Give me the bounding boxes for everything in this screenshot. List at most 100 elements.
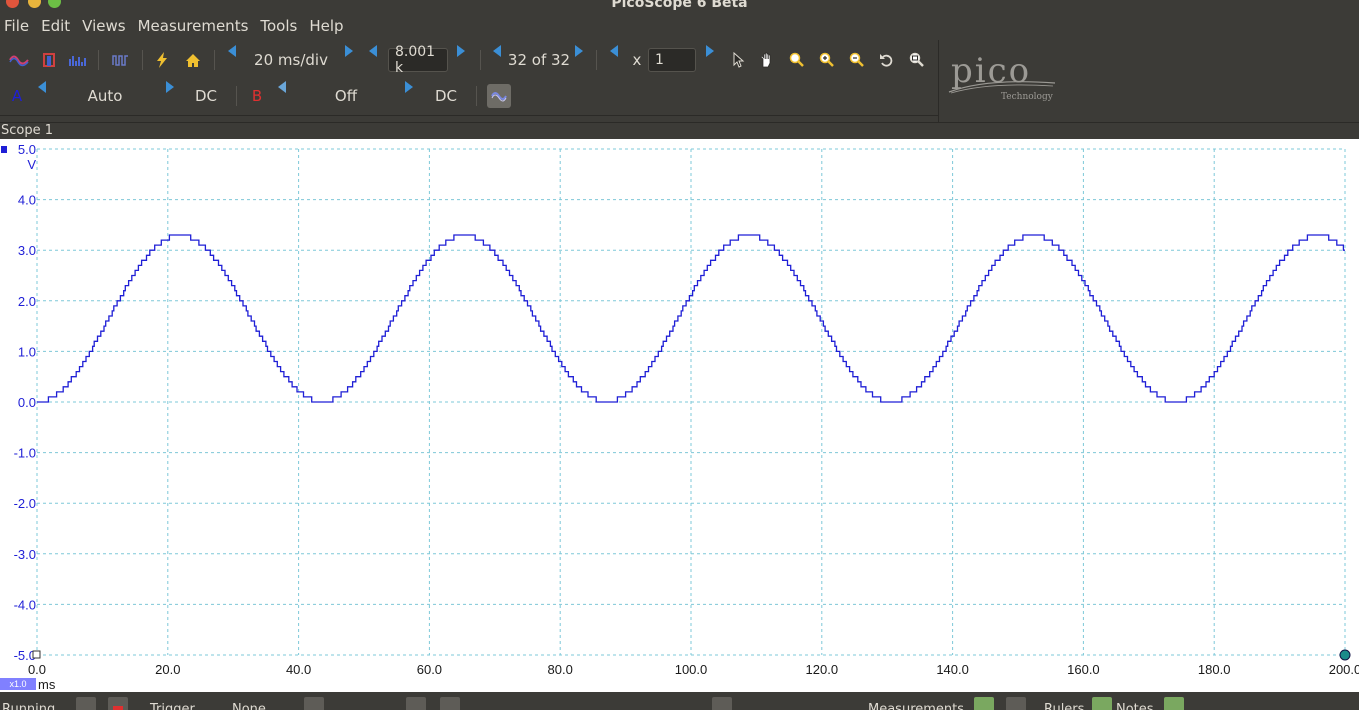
y-tick-label: -4.0 [14,597,36,612]
y-tick-label: 0.0 [18,395,36,410]
zoom-prefix: x [632,51,642,69]
buffer-previous-arrow[interactable] [491,44,503,58]
channel-b-range[interactable]: Off [300,80,392,112]
trigger-edge-rising-button[interactable] [406,697,426,710]
notes-button[interactable] [1164,697,1184,710]
x-tick-label: 100.0 [675,662,708,677]
buffer-next-arrow[interactable] [573,44,585,58]
x-unit-label: ms [38,677,56,692]
channel-a-axis-marker [1,146,7,153]
status-bar: Running Trigger None Measurements Rulers… [0,692,1359,710]
channel-b-range-increase-arrow[interactable] [403,80,415,94]
zoom-region-icon[interactable] [786,44,808,76]
x-tick-label: 80.0 [548,662,573,677]
timebase-decrease-arrow[interactable] [226,44,238,58]
x-zoom-badge-label: x1.0 [9,679,26,689]
zoom-overview-icon[interactable] [906,44,928,76]
y-tick-label: -3.0 [14,547,36,562]
channel-a-label: A [11,87,23,105]
auto-setup-icon[interactable] [152,44,172,76]
channel-b-label: B [251,87,263,105]
zoom-increase-arrow[interactable] [704,44,716,58]
rulers-button[interactable] [1092,697,1112,710]
persistence-mode-icon[interactable] [38,44,60,76]
scope-plot[interactable]: 5.0 4.0 3.0 2.0 1.0 0.0 -1.0 -2.0 -3.0 -4.0 -5.0 V 0… [0,139,1359,692]
channel-options-button[interactable] [486,80,512,112]
measurements-label: Measurements [868,702,965,710]
channel-a-range-decrease-arrow[interactable] [36,80,48,94]
add-measurement-button[interactable] [974,697,994,710]
y-tick-label: 4.0 [18,193,36,208]
serial-decoding-icon[interactable] [110,44,132,76]
toolbar-row-capture: 20 ms/div 8.001 k 32 of 32 x 1 [0,44,938,76]
toolbar-row-channels: A Auto DC B Off DC [0,80,938,112]
x-tick-label: 200.0 [1329,662,1359,677]
zoom-out-icon[interactable] [846,44,868,76]
trigger-advanced-button[interactable] [712,697,732,710]
channel-b-range-decrease-arrow[interactable] [276,80,288,94]
stop-button[interactable] [108,697,128,710]
origin-marker [32,650,41,659]
menu-measurements[interactable]: Measurements [138,17,255,35]
pico-logo: pico Technology [948,54,1056,102]
x-tick-label: 140.0 [936,662,969,677]
samples-field[interactable]: 8.001 k [388,44,448,76]
zoom-decrease-arrow[interactable] [608,44,620,58]
y-tick-label: 3.0 [18,243,36,258]
logo-subtitle: Technology [1001,92,1053,102]
menu-help[interactable]: Help [309,17,349,35]
x-tick-label: 120.0 [806,662,839,677]
channel-b-coupling[interactable]: DC [428,80,464,112]
trigger-options-button[interactable] [304,697,324,710]
x-tick-label: 60.0 [417,662,442,677]
undo-zoom-icon[interactable] [876,44,898,76]
run-state: Running [2,702,56,710]
start-button[interactable] [76,697,96,710]
window-titlebar: PicoScope 6 Beta [0,0,1359,12]
brand-logo-area: pico Technology [938,40,1359,122]
x-tick-label: 20.0 [155,662,180,677]
y-tick-label: -2.0 [14,496,36,511]
menu-file[interactable]: File [4,17,35,35]
notes-label: Notes [1116,702,1154,710]
trigger-label: Trigger [150,702,195,710]
zoom-in-icon[interactable] [816,44,838,76]
trigger-mode[interactable]: None [232,702,266,710]
y-tick-label: 2.0 [18,294,36,309]
scope-mode-icon[interactable] [8,44,30,76]
menu-tools[interactable]: Tools [260,17,303,35]
hand-tool-icon[interactable] [756,44,778,76]
scope-tab-title: Scope 1 [0,122,1359,138]
x-tick-label: 180.0 [1198,662,1231,677]
waveform-chart: 5.04.03.02.01.00.0-1.0-2.0-3.0-4.0-5.0V0… [0,142,1359,692]
channel-a-range-increase-arrow[interactable] [164,80,176,94]
remove-measurement-button[interactable] [1006,697,1026,710]
channel-a-range[interactable]: Auto [60,80,150,112]
x-tick-label: 0.0 [28,662,46,677]
channel-options-icon [487,84,511,108]
main-toolbar: 20 ms/div 8.001 k 32 of 32 x 1 A Auto DC… [0,40,938,116]
rulers-label: Rulers [1044,702,1085,710]
menu-views[interactable]: Views [82,17,131,35]
samples-increase-arrow[interactable] [455,44,467,58]
menu-edit[interactable]: Edit [41,17,76,35]
y-tick-label: 1.0 [18,344,36,359]
y-tick-label: 5.0 [18,142,36,157]
window-title: PicoScope 6 Beta [611,0,748,11]
buffer-position: 32 of 32 [507,51,571,69]
samples-decrease-arrow[interactable] [367,44,379,58]
y-unit-label: V [27,157,36,172]
zoom-field[interactable]: 1 [648,48,696,72]
spectrum-mode-icon[interactable] [66,44,90,76]
channel-a-coupling[interactable]: DC [188,80,224,112]
timebase-value[interactable]: 20 ms/div [244,44,338,76]
pointer-tool-icon[interactable] [728,44,750,76]
trigger-edge-falling-button[interactable] [440,697,460,710]
timebase-increase-arrow[interactable] [343,44,355,58]
default-setup-home-icon[interactable] [182,44,204,76]
menu-bar: File Edit Views Measurements Tools Help [0,12,1359,40]
time-ruler-handle [1339,649,1351,661]
stop-icon [113,706,123,710]
x-tick-label: 40.0 [286,662,311,677]
x-tick-label: 160.0 [1067,662,1100,677]
